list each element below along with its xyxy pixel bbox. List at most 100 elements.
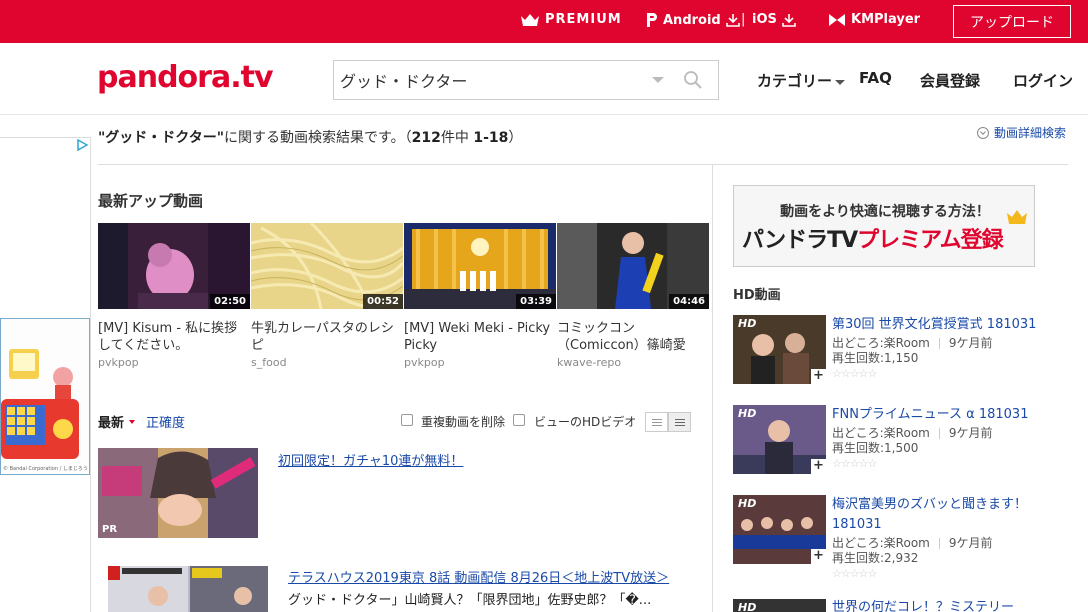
topbar-separator: | <box>741 12 746 27</box>
advanced-search-label: 動画詳細検索 <box>994 126 1067 140</box>
ios-label: iOS <box>752 12 777 27</box>
android-label: Android <box>663 12 721 28</box>
upload-button[interactable]: アップロード <box>953 5 1071 38</box>
nav-register[interactable]: 会員登録 <box>920 70 980 91</box>
nav-faq[interactable]: FAQ <box>859 69 892 87</box>
chevron-circle-icon <box>977 126 989 139</box>
video-title[interactable]: 牛乳カレーパスタのレシピ <box>251 320 401 354</box>
hd-video-title[interactable]: FNNプライムニュース α 181031 <box>832 405 1062 425</box>
download-icon <box>725 14 740 27</box>
search-icon[interactable] <box>683 70 703 90</box>
pandora-p-icon <box>647 13 657 27</box>
hd-video-thumbnail[interactable]: HD + <box>733 405 826 474</box>
crown-icon <box>1007 210 1027 224</box>
duration-badge: 04:46 <box>669 294 709 309</box>
sort-accuracy[interactable]: 正確度 <box>146 412 185 431</box>
hd-video-thumbnail[interactable]: HD + <box>733 315 826 384</box>
add-to-playlist-icon[interactable]: + <box>811 369 826 384</box>
result-title[interactable]: 初回限定！ガチャ10連が無料！ <box>278 450 463 469</box>
result-description: グッド・ドクター」山崎賢人？「限界団地」佐野史郎？「�... <box>288 593 652 608</box>
hd-video-thumbnail[interactable]: HD + <box>733 495 826 564</box>
hd-videos-title: HD動画 <box>733 288 781 303</box>
kmplayer-link[interactable]: KMPlayer <box>828 12 920 27</box>
toy-image <box>1 349 79 459</box>
search-box <box>333 60 719 100</box>
adchoices-icon[interactable] <box>76 139 88 151</box>
crown-icon <box>521 13 539 26</box>
add-to-playlist-icon[interactable]: + <box>811 459 826 474</box>
hd-only-label[interactable]: ビューのHDビデオ <box>534 413 636 430</box>
kmplayer-icon <box>829 13 845 26</box>
hd-video-views: 再生回数:2,932 <box>832 551 919 565</box>
hd-video-title[interactable]: 第30回 世界文化賞授賞式 181031 <box>832 315 1062 335</box>
rating-stars: ☆☆☆☆☆ <box>832 567 877 580</box>
premium-promo-banner[interactable]: 動画をより快適に視聴する方法！ パンドラTVプレミアム登録 <box>733 185 1035 267</box>
video-title[interactable]: [MV] Kisum - 私に挨拶してください。 <box>98 320 248 354</box>
hd-badge: HD <box>738 317 757 330</box>
video-thumbnail[interactable]: 00:52 <box>251 223 403 309</box>
result-thumbnail[interactable]: PR <box>98 448 258 538</box>
sort-newest[interactable]: 最新 <box>98 412 136 431</box>
hd-video-title[interactable]: 梅沢富美男のズバッと聞きます！181031 <box>832 495 1062 535</box>
divider <box>98 164 1068 165</box>
result-title[interactable]: テラスハウス2019東京 8話 動画配信 8月26日＜地上波TV放送＞ <box>288 567 669 586</box>
dedupe-label[interactable]: 重複動画を削除 <box>421 413 505 430</box>
sort-newest-label: 最新 <box>98 416 125 431</box>
sort-caret-icon <box>129 419 136 424</box>
hd-badge: HD <box>738 407 757 420</box>
video-source[interactable]: kwave-repo <box>557 356 621 369</box>
duration-badge: 03:39 <box>516 294 556 309</box>
search-dropdown-icon[interactable] <box>652 77 664 83</box>
hd-only-checkbox[interactable] <box>513 414 525 426</box>
video-thumbnail[interactable]: 03:39 <box>404 223 556 309</box>
add-to-playlist-icon[interactable]: + <box>811 549 826 564</box>
rating-stars: ☆☆☆☆☆ <box>832 457 877 470</box>
premium-link[interactable]: PREMIUM <box>520 12 622 27</box>
nav-login[interactable]: ログイン <box>1013 70 1073 91</box>
pr-badge: PR <box>102 524 118 535</box>
video-source[interactable]: pvkpop <box>98 356 139 369</box>
thumbnail-image <box>108 566 268 612</box>
promo-line-2: パンドラTVプレミアム登録 <box>742 228 1004 253</box>
video-title[interactable]: コミックコン（Comiccon）篠崎愛 <box>557 320 707 354</box>
rating-stars: ☆☆☆☆☆ <box>832 367 877 380</box>
hd-video-views: 再生回数:1,500 <box>832 441 919 455</box>
premium-label: PREMIUM <box>545 12 622 27</box>
pandora-logo[interactable]: pandora.tv <box>97 60 273 95</box>
grid-view-button[interactable] <box>668 412 691 432</box>
hd-video-thumbnail[interactable]: HD <box>733 599 826 612</box>
thumbnail-image <box>98 448 258 538</box>
dedupe-checkbox[interactable] <box>401 414 413 426</box>
advanced-search-link[interactable]: 動画詳細検索 <box>977 124 1066 141</box>
ios-download-link[interactable]: iOS <box>752 12 796 27</box>
duration-badge: 02:50 <box>210 294 250 309</box>
search-result-summary: "グッド・ドクター"に関する動画検索結果です。（212件中 1-18） <box>98 130 523 146</box>
hd-video-views: 再生回数:1,150 <box>832 351 919 365</box>
video-source[interactable]: s_food <box>251 356 287 369</box>
video-title[interactable]: [MV] Weki Meki - Picky Picky <box>404 320 554 354</box>
android-download-link[interactable]: Android <box>646 12 740 28</box>
ad-border <box>0 137 91 138</box>
promo-line-1: 動画をより快適に視聴する方法！ <box>780 204 990 220</box>
download-icon <box>782 13 796 27</box>
result-thumbnail[interactable] <box>108 566 268 612</box>
left-banner-ad[interactable]: © Bandai Corporation / しまじろう <box>0 318 90 475</box>
hd-video-title[interactable]: 世界の何だコレ！？ミステリー 181031 <box>832 598 1062 612</box>
video-thumbnail[interactable]: 02:50 <box>98 223 250 309</box>
video-thumbnail[interactable]: 04:46 <box>557 223 709 309</box>
top-bar: PREMIUM Android | iOS KMPlayer アップロード <box>0 0 1088 43</box>
video-source[interactable]: pvkpop <box>404 356 445 369</box>
nav-category[interactable]: カテゴリー <box>757 70 846 91</box>
header: pandora.tv カテゴリー FAQ 会員登録 ログイン <box>0 43 1088 115</box>
kmplayer-label: KMPlayer <box>851 12 921 27</box>
duration-badge: 00:52 <box>363 294 403 309</box>
hd-badge: HD <box>738 601 757 612</box>
ad-copyright: © Bandai Corporation / しまじろう <box>3 466 88 472</box>
chevron-down-icon <box>835 79 846 85</box>
column-divider <box>712 165 713 612</box>
nav-category-label: カテゴリー <box>757 72 833 90</box>
latest-uploads-title: 最新アップ動画 <box>98 192 204 210</box>
list-view-button[interactable] <box>645 412 668 432</box>
search-input[interactable] <box>334 61 644 99</box>
hd-badge: HD <box>738 497 757 510</box>
